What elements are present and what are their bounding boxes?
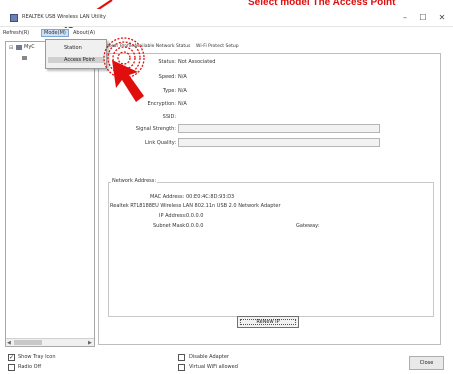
renew-ip-button[interactable]: ReNew IP bbox=[237, 316, 299, 328]
mode-dropdown-menu: Station Access Point bbox=[45, 39, 107, 69]
disable-adapter-label: Disable Adapter bbox=[189, 354, 229, 360]
menu-about[interactable]: About(A) bbox=[73, 30, 95, 36]
radio-off-label: Radio Off bbox=[18, 364, 42, 370]
scroll-right-icon[interactable]: ▶ bbox=[88, 340, 92, 346]
ip-label: IP Address: bbox=[159, 213, 187, 219]
scroll-left-icon[interactable]: ◀ bbox=[7, 340, 11, 346]
renew-ip-label: ReNew IP bbox=[256, 319, 280, 325]
instruction-banner: Select model The Access Point bbox=[0, 0, 453, 36]
signal-strength-bar bbox=[178, 124, 380, 133]
app-icon bbox=[10, 14, 18, 22]
disable-adapter-checkbox[interactable] bbox=[178, 354, 185, 361]
tab-status[interactable]: Status bbox=[176, 44, 190, 49]
menu-refresh[interactable]: Refresh(R) bbox=[3, 30, 29, 36]
encryption-value: N/A bbox=[178, 101, 187, 107]
show-tray-checkbox[interactable]: ✓ bbox=[8, 354, 15, 361]
subnet-label: Subnet Mask: bbox=[153, 223, 187, 229]
big-arrow-icon bbox=[112, 60, 144, 102]
subnet-value: 0.0.0.0 bbox=[186, 223, 204, 229]
tab-wps[interactable]: Wi-Fi Protect Setup bbox=[196, 44, 239, 49]
menu-item-access-point[interactable]: Access Point bbox=[48, 57, 104, 63]
instruction-text: Select model The Access Point bbox=[248, 0, 396, 8]
status-value: Not Associated bbox=[178, 59, 216, 65]
minimize-button[interactable]: – bbox=[398, 12, 412, 24]
show-tray-label: Show Tray Icon bbox=[18, 354, 56, 360]
adapter-icon[interactable] bbox=[22, 56, 27, 60]
link-quality-bar bbox=[178, 138, 380, 147]
tree-horizontal-scrollbar[interactable]: ◀ ▶ bbox=[6, 338, 94, 346]
title-bar: REALTEK USB Wireless LAN Utility – ☐ ✕ bbox=[0, 9, 453, 27]
maximize-button[interactable]: ☐ bbox=[416, 12, 430, 24]
virtual-wifi-checkbox[interactable] bbox=[178, 364, 185, 371]
radio-off-checkbox[interactable] bbox=[8, 364, 15, 371]
type-value: N/A bbox=[178, 88, 187, 94]
close-button[interactable]: Close bbox=[409, 356, 444, 370]
window-title: REALTEK USB Wireless LAN Utility bbox=[22, 14, 106, 20]
speed-value: N/A bbox=[178, 74, 187, 80]
link-quality-label: Link Quality: bbox=[144, 140, 176, 146]
mac-label: MAC Address: bbox=[150, 194, 185, 200]
ip-value: 0.0.0.0 bbox=[186, 213, 204, 219]
gateway-label: Gateway: bbox=[296, 223, 320, 229]
scrollbar-thumb[interactable] bbox=[14, 340, 42, 345]
mac-value: 00:E0:4C:8D:93:D3 bbox=[186, 194, 235, 200]
adapter-tree[interactable]: ⊟ MyC ◀ ▶ bbox=[5, 41, 95, 347]
virtual-wifi-label: Virtual WiFi allowed bbox=[189, 364, 238, 370]
bottom-options bbox=[0, 348, 453, 374]
adapter-name: Realtek RTL8188EU Wireless LAN 802.11n U… bbox=[110, 203, 281, 209]
ssid-label: SSID: bbox=[162, 114, 176, 120]
menu-bar: Refresh(R) Mode(M) About(A) bbox=[0, 28, 453, 39]
menu-mode[interactable]: Mode(M) bbox=[41, 29, 69, 37]
tree-root-label[interactable]: MyC bbox=[24, 44, 35, 50]
computer-icon bbox=[16, 45, 22, 50]
network-address-title: Network Address: bbox=[111, 178, 158, 184]
tree-expander-icon[interactable]: ⊟ bbox=[9, 45, 13, 51]
signal-strength-label: Signal Strength: bbox=[135, 126, 176, 132]
menu-item-station[interactable]: Station bbox=[64, 45, 82, 51]
close-window-button[interactable]: ✕ bbox=[435, 12, 449, 24]
